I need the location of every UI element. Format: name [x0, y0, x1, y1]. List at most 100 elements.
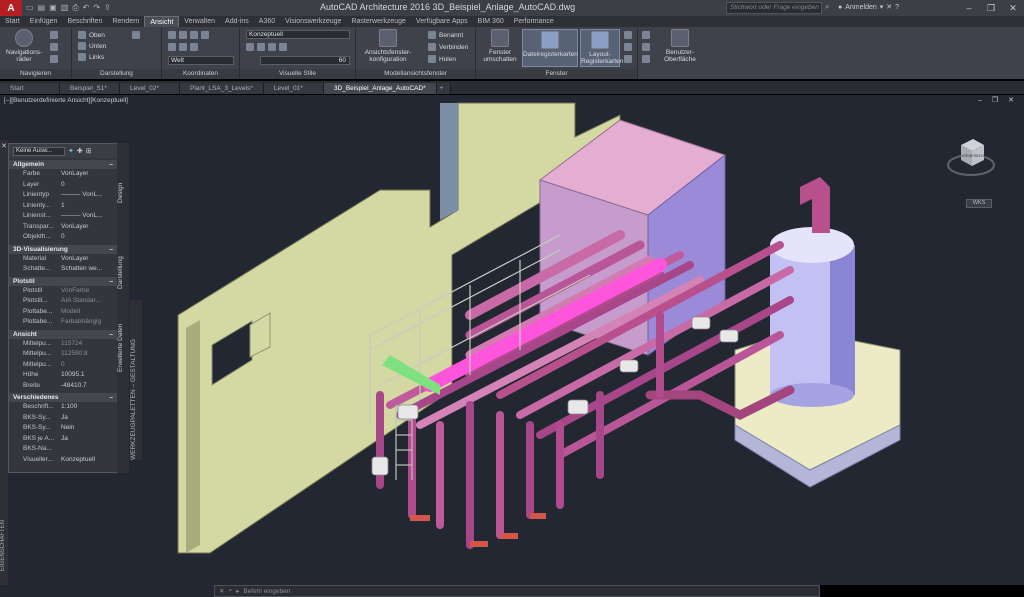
property-row[interactable]: Material VonLayer — [9, 254, 117, 265]
redo-icon[interactable]: ↷ — [93, 3, 100, 13]
section-header[interactable]: 3D-Visualisierung — [9, 244, 117, 254]
print-icon[interactable]: ⎙ — [72, 3, 78, 13]
pan-button[interactable] — [50, 31, 58, 39]
autocad-logo-icon[interactable]: A — [0, 0, 22, 16]
close-icon[interactable]: ✕ — [1002, 0, 1024, 16]
property-value[interactable]: Nein — [57, 423, 117, 434]
section-header[interactable]: Allgemein — [9, 160, 117, 169]
property-row[interactable]: Mittelpu... 0 — [9, 360, 117, 371]
property-row[interactable]: Visueller... Konzeptuell — [9, 455, 117, 466]
command-line[interactable]: ✕ ⌕ ▸ Befehl eingeben — [214, 585, 820, 597]
property-row[interactable]: Beschrift... 1:100 — [9, 402, 117, 413]
ucs-tools-row1[interactable] — [168, 31, 209, 39]
viewcube-front[interactable]: VORNE — [961, 154, 974, 158]
viewport-controls[interactable]: – ❐ ✕ — [978, 96, 1018, 104]
orbit-button[interactable] — [50, 55, 58, 63]
panel-label[interactable]: Fenster — [476, 69, 637, 79]
ribbon-tab-rasterwerkzeuge[interactable]: Rasterwerkzeuge — [346, 16, 410, 27]
open-icon[interactable]: ▤ — [38, 3, 46, 13]
drawing-viewport[interactable]: [–][Benutzerdefinierte Ansicht][Konzeptu… — [0, 95, 1024, 585]
ui-toggle-buttons[interactable] — [642, 31, 650, 63]
visual-style-dropdown[interactable]: Konzeptuell — [246, 30, 350, 39]
doc-tab[interactable]: Level_02* — [120, 83, 180, 94]
help-icon[interactable]: ? — [895, 4, 899, 11]
property-value[interactable]: VonLayer — [57, 254, 117, 265]
3d-plant-model[interactable] — [0, 95, 1024, 585]
ribbon-tab-verfügbare-apps[interactable]: Verfügbare Apps — [411, 16, 473, 27]
tool-palettes-label[interactable]: WERKZEUGPALETTEN – GESTALTUNG — [130, 300, 142, 460]
property-value[interactable]: VonLayer — [57, 169, 117, 180]
zoom-button[interactable] — [50, 43, 58, 51]
property-row[interactable]: Höhe 10095.1 — [9, 370, 117, 381]
user-area[interactable]: ● Anmelden ▾ ✕ ? — [838, 3, 899, 12]
section-header[interactable]: Verschiedenes — [9, 393, 117, 402]
select-objects-icon[interactable]: ✚ — [77, 147, 83, 155]
property-value[interactable]: Konzeptuell — [57, 455, 117, 466]
selection-dropdown[interactable]: Keine Ausw... — [13, 146, 65, 156]
restore-viewport-button[interactable]: Holen — [428, 55, 456, 63]
panel-label[interactable]: Visuelle Stile — [240, 69, 355, 79]
search-icon[interactable]: ⌕ — [825, 2, 829, 12]
layout-tabs-button[interactable]: Layout- Registerkarten — [580, 29, 623, 67]
viewport-label[interactable]: [–][Benutzerdefinierte Ansicht][Konzeptu… — [4, 97, 128, 104]
section-header[interactable]: Ansicht — [9, 329, 117, 339]
property-row[interactable]: Farbe VonLayer — [9, 169, 117, 180]
tile-window-buttons[interactable] — [624, 31, 632, 63]
named-viewport-button[interactable]: Benannt — [428, 31, 463, 39]
close-palette-icon[interactable]: ✕ — [0, 142, 8, 150]
view-top-button[interactable]: Oben — [78, 31, 105, 39]
doc-tab[interactable]: Plant_LSA_3_Levels* — [180, 83, 264, 94]
property-row[interactable]: Plotstil VonFarbe — [9, 286, 117, 297]
property-row[interactable]: Mittelpu... 112590.8 — [9, 349, 117, 360]
ribbon-tab-beschriften[interactable]: Beschriften — [62, 16, 107, 27]
viewcube[interactable]: VORNE RECHTS — [946, 135, 996, 185]
property-value[interactable]: 0 — [57, 360, 117, 371]
ribbon-tab-rendern[interactable]: Rendern — [107, 16, 144, 27]
property-value[interactable]: 1:100 — [57, 402, 117, 413]
property-row[interactable]: Linienty... 1 — [9, 201, 117, 212]
view-bottom-button[interactable]: Unten — [78, 42, 106, 50]
doc-tab[interactable]: Start — [0, 83, 60, 94]
search-cmd-icon[interactable]: ⌕ — [228, 587, 232, 595]
ucs-tools-row2[interactable] — [168, 43, 198, 51]
property-row[interactable]: BKS je A... Ja — [9, 434, 117, 445]
tab-darstellung[interactable]: Darstellung — [117, 243, 129, 303]
visual-style-tools[interactable] — [246, 43, 287, 51]
panel-label[interactable]: Darstellung — [72, 69, 161, 79]
ribbon-tab-performance[interactable]: Performance — [509, 16, 559, 27]
property-value[interactable]: Farbabhängig — [57, 317, 117, 328]
property-row[interactable]: BKS-Sy... Nein — [9, 423, 117, 434]
property-row[interactable]: Linienst... ——— VonL... — [9, 211, 117, 222]
view-left-button[interactable]: Links — [78, 53, 104, 61]
ribbon-tab-verwalten[interactable]: Verwalten — [179, 16, 220, 27]
navigation-wheel-button[interactable]: Navigations- räder — [6, 29, 42, 63]
viewport-config-button[interactable]: Ansichtsfenster- konfiguration — [360, 29, 416, 63]
property-row[interactable]: Breite -48410.7 — [9, 381, 117, 392]
new-icon[interactable]: ▭ — [26, 3, 34, 13]
panel-label[interactable]: Modellansichtsfenster — [356, 69, 475, 79]
doc-tab[interactable]: Beispiel_S1* — [60, 83, 120, 94]
doc-tab[interactable]: Level_01* — [263, 83, 324, 94]
property-row[interactable]: Layer 0 — [9, 180, 117, 191]
ribbon-tab-add-ins[interactable]: Add-ins — [220, 16, 254, 27]
property-value[interactable]: AIA Standar... — [57, 296, 117, 307]
doc-tab[interactable]: 3D_Beispiel_Anlage_AutoCAD* — [323, 83, 437, 94]
exchange-icon[interactable]: ✕ — [886, 3, 892, 11]
switch-window-button[interactable]: Fenster umschalten — [480, 29, 520, 63]
section-header[interactable]: Plotstil — [9, 276, 117, 286]
property-value[interactable]: 1 — [57, 201, 117, 212]
undo-icon[interactable]: ↶ — [83, 3, 90, 13]
property-row[interactable]: Schatte... Schatten we... — [9, 264, 117, 275]
ribbon-tab-einfügen[interactable]: Einfügen — [25, 16, 63, 27]
new-tab-icon[interactable]: + — [436, 83, 451, 94]
command-input[interactable]: Befehl eingeben — [243, 588, 290, 595]
user-interface-button[interactable]: Benutzer- Oberfläche — [658, 29, 702, 63]
properties-label[interactable]: EIGENSCHAFTEN — [0, 520, 8, 571]
save-icon[interactable]: ▣ — [49, 3, 57, 13]
viewcube-right[interactable]: RECHTS — [974, 154, 989, 158]
ribbon-tab-a360[interactable]: A360 — [254, 16, 280, 27]
saveas-icon[interactable]: ▥ — [61, 3, 69, 13]
property-value[interactable]: Ja — [57, 434, 117, 445]
tab-design[interactable]: Design — [117, 163, 129, 223]
file-tabs-button[interactable]: Dateiregisterkarten — [522, 29, 578, 67]
